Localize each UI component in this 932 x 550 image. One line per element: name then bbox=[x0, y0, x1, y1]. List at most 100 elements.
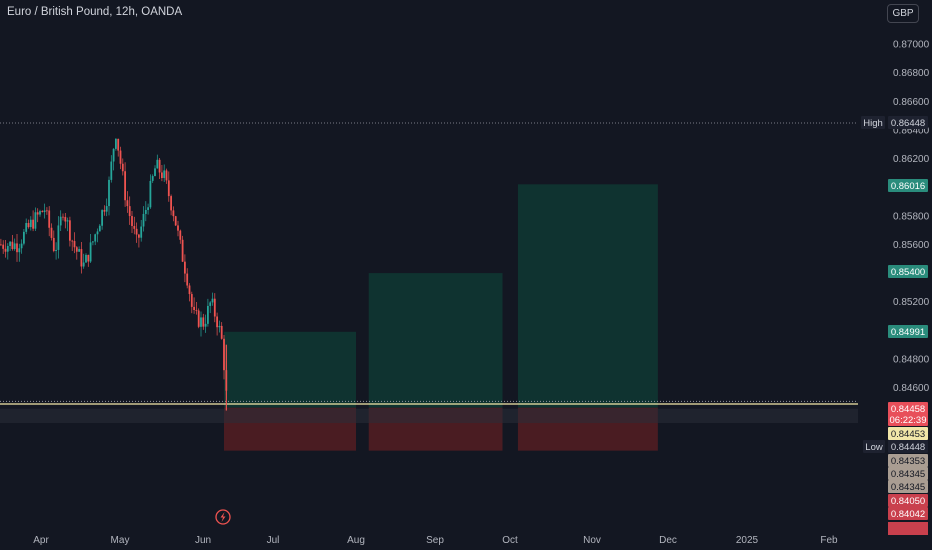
candle-body bbox=[209, 302, 212, 306]
candle-body bbox=[71, 240, 74, 242]
candle-body bbox=[57, 225, 60, 250]
candle-body bbox=[98, 225, 101, 232]
candle-body bbox=[124, 171, 126, 201]
candle-body bbox=[167, 180, 170, 197]
currency-button[interactable]: GBP bbox=[887, 4, 919, 23]
y-tick-label: 0.87000 bbox=[893, 40, 930, 51]
candle-body bbox=[204, 323, 207, 327]
profit-zone bbox=[224, 331, 356, 408]
profit-zone bbox=[517, 184, 658, 408]
candle-body bbox=[16, 243, 18, 253]
candle-body bbox=[82, 262, 85, 267]
candle-body bbox=[138, 234, 140, 238]
candle-body bbox=[163, 170, 166, 179]
candle-body bbox=[85, 254, 87, 263]
candle-body bbox=[223, 338, 225, 371]
price-tag-loss-bg bbox=[888, 522, 928, 535]
candle-body bbox=[25, 222, 28, 232]
candle-body bbox=[135, 228, 138, 235]
candle-body bbox=[59, 216, 62, 226]
y-tick-label: 0.85200 bbox=[893, 297, 930, 308]
candle-body bbox=[64, 216, 67, 222]
x-tick-label: 2025 bbox=[736, 535, 759, 546]
x-tick-label: Apr bbox=[33, 535, 49, 546]
candle-body bbox=[48, 210, 51, 228]
candle-body bbox=[184, 261, 186, 274]
candle-body bbox=[4, 248, 7, 252]
price-chart[interactable]: 0.870000.868000.866000.864000.862000.858… bbox=[0, 0, 932, 550]
candle-body bbox=[32, 219, 34, 229]
x-tick-label: Feb bbox=[820, 535, 838, 546]
candle-body bbox=[216, 316, 218, 328]
candle-body bbox=[218, 325, 221, 328]
candle-body bbox=[20, 243, 23, 249]
candle-body bbox=[29, 219, 32, 228]
candle-body bbox=[128, 206, 131, 217]
candle-body bbox=[202, 317, 205, 327]
candle-body bbox=[174, 216, 177, 226]
price-tag-profit: 0.86016 bbox=[891, 181, 925, 192]
price-tag-stop: 0.84353 bbox=[891, 456, 925, 467]
candle-body bbox=[112, 148, 115, 162]
candle-body bbox=[66, 220, 69, 222]
low-band bbox=[0, 408, 858, 423]
candle-body bbox=[11, 241, 14, 250]
candle-body bbox=[110, 161, 113, 180]
candle-body bbox=[36, 212, 39, 215]
candle-body bbox=[181, 239, 184, 262]
candle-body bbox=[172, 210, 175, 217]
candle-body bbox=[149, 180, 152, 208]
price-tag-profit: 0.84991 bbox=[891, 327, 925, 338]
candle-body bbox=[34, 212, 37, 229]
candle-body bbox=[190, 294, 193, 307]
candle-body bbox=[6, 245, 9, 252]
x-tick-label: Dec bbox=[659, 535, 677, 546]
candle-body bbox=[55, 249, 57, 251]
candle-body bbox=[23, 231, 25, 244]
candle-body bbox=[186, 273, 189, 286]
candle-body bbox=[200, 317, 202, 327]
candle-body bbox=[75, 247, 78, 252]
candle-body bbox=[2, 244, 5, 249]
x-tick-label: May bbox=[111, 535, 130, 546]
candle-body bbox=[13, 243, 16, 250]
candle-body bbox=[161, 172, 163, 179]
candle-body bbox=[220, 325, 223, 339]
candle-body bbox=[69, 220, 71, 241]
x-tick-label: Jun bbox=[195, 535, 211, 546]
candle-body bbox=[197, 310, 200, 327]
lightning-icon[interactable] bbox=[215, 509, 231, 525]
chart-title: Euro / British Pound, 12h, OANDA bbox=[7, 6, 183, 18]
price-tag-stop: 0.84345 bbox=[891, 469, 925, 480]
candle-body bbox=[18, 248, 21, 253]
candle-body bbox=[52, 237, 55, 251]
candle-body bbox=[43, 210, 46, 213]
candle-body bbox=[78, 249, 80, 252]
high-label: High bbox=[863, 118, 883, 129]
candle-body bbox=[193, 306, 195, 311]
candle-body bbox=[41, 211, 44, 213]
y-tick-label: 0.86600 bbox=[893, 97, 930, 108]
profit-zone bbox=[368, 273, 503, 408]
low-value: 0.84448 bbox=[891, 442, 925, 453]
y-tick-label: 0.86200 bbox=[893, 154, 930, 165]
candle-body bbox=[117, 138, 120, 151]
candle-body bbox=[207, 305, 209, 324]
candle-body bbox=[213, 298, 216, 317]
candle-body bbox=[94, 234, 97, 242]
candle-body bbox=[27, 222, 30, 228]
candle-body bbox=[105, 206, 108, 212]
x-tick-label: Jul bbox=[267, 535, 280, 546]
candle-body bbox=[0, 244, 2, 246]
y-tick-label: 0.85600 bbox=[893, 240, 930, 251]
price-tag-price: 0.84453 bbox=[891, 429, 925, 440]
x-tick-label: Oct bbox=[502, 535, 518, 546]
candle-body bbox=[177, 225, 179, 231]
y-tick-label: 0.84600 bbox=[893, 383, 930, 394]
candle-body bbox=[195, 310, 198, 311]
candle-body bbox=[179, 230, 182, 240]
candle-body bbox=[165, 170, 168, 181]
candle-body bbox=[140, 226, 143, 238]
y-tick-label: 0.85800 bbox=[893, 211, 930, 222]
candle-body bbox=[144, 209, 147, 214]
